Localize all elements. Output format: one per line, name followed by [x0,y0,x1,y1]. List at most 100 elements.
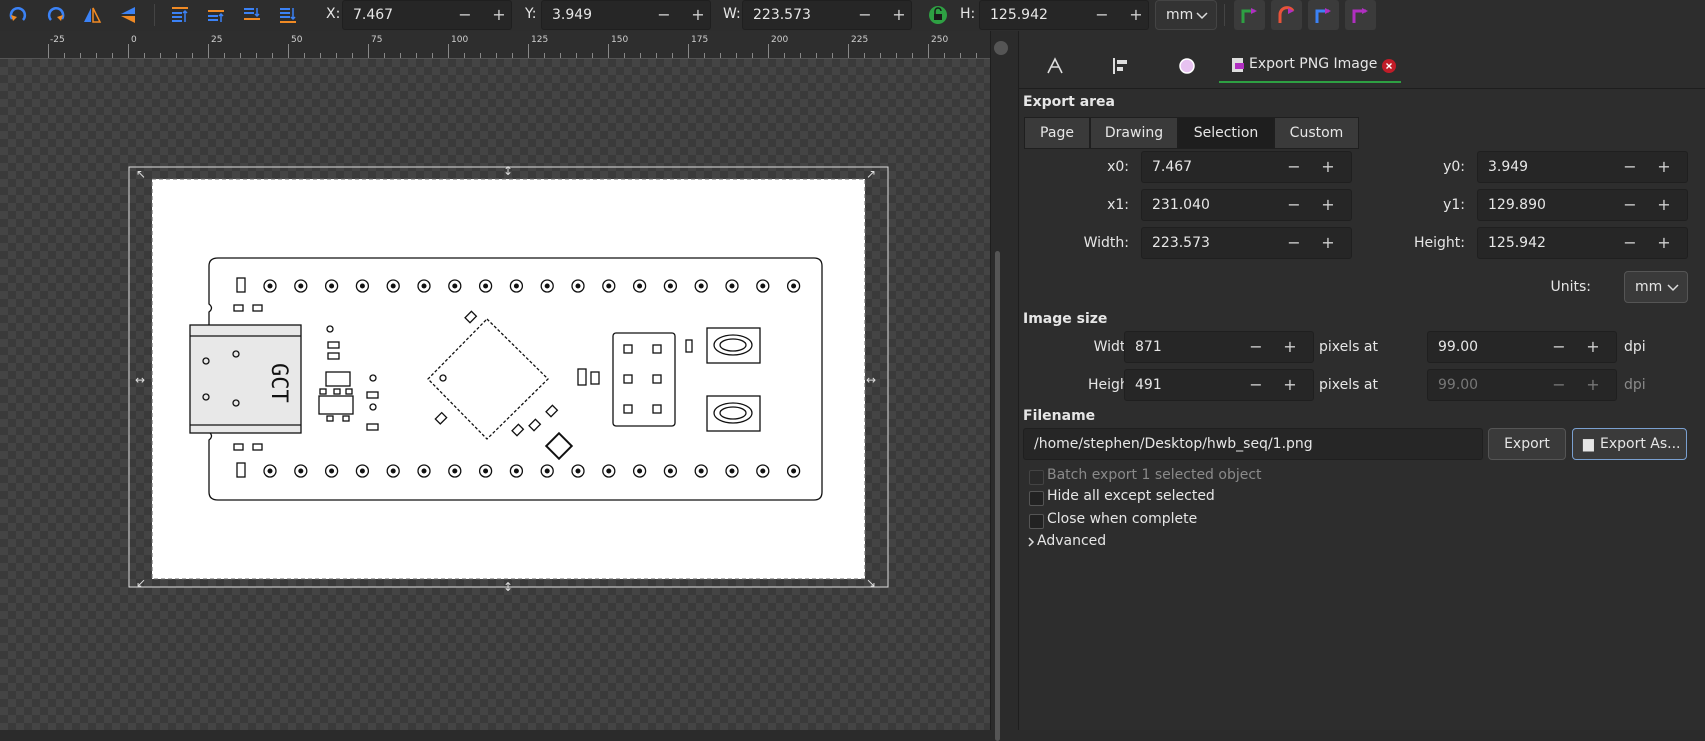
canvas-vertical-scrollbar[interactable] [990,31,1019,741]
h-spinbox[interactable]: 125.942 − + [979,0,1149,30]
area-page-button[interactable]: Page [1024,117,1090,149]
flip-vertical-icon[interactable] [118,5,138,25]
dock-toggle-icon[interactable] [994,41,1008,55]
lower-to-bottom-icon[interactable] [278,5,298,25]
fill-stroke-icon[interactable] [1177,56,1197,76]
img-height-spinbox[interactable]: 491 − + [1124,369,1314,401]
width-increment[interactable]: + [1316,233,1340,253]
h-value[interactable]: 125.942 [990,7,1048,23]
close-tab-icon[interactable] [1382,59,1396,73]
x1-decrement[interactable]: − [1282,195,1306,215]
flip-horizontal-icon[interactable] [82,5,102,25]
x0-decrement[interactable]: − [1282,157,1306,177]
snap-toggle-2[interactable] [1271,0,1302,30]
h-decrement-button[interactable]: − [1090,5,1114,25]
h-increment-button[interactable]: + [1124,5,1148,25]
y0-value[interactable]: 3.949 [1488,159,1528,175]
y-spinbox[interactable]: 3.949 − + [541,0,711,30]
export-as-button[interactable]: ▆ Export As... [1572,428,1687,460]
width-value[interactable]: 223.573 [1152,235,1210,251]
dpi-value[interactable]: 99.00 [1438,339,1478,355]
img-height-value[interactable]: 491 [1135,377,1162,393]
advanced-expander[interactable]: Advanced [1037,533,1106,549]
y1-value[interactable]: 129.890 [1488,197,1546,213]
close-complete-label[interactable]: Close when complete [1047,511,1197,527]
x-decrement-button[interactable]: − [453,5,477,25]
x0-value[interactable]: 7.467 [1152,159,1192,175]
area-custom-button[interactable]: Custom [1274,117,1359,149]
snap-toggle-4[interactable] [1345,0,1376,30]
x0-increment[interactable]: + [1316,157,1340,177]
align-distribute-icon[interactable] [1111,56,1131,76]
filename-input[interactable]: /home/stephen/Desktop/hwb_seq/1.png [1023,428,1483,460]
units-dropdown[interactable]: mm [1155,0,1217,30]
handle-w[interactable]: ↔ [135,373,145,387]
x-increment-button[interactable]: + [487,5,511,25]
x-value[interactable]: 7.467 [353,7,393,23]
height-increment[interactable]: + [1652,233,1676,253]
lock-icon[interactable] [928,5,948,25]
chevron-right-icon[interactable] [1026,536,1036,548]
artwork[interactable]: ↖ ↗ ↙ ↘ ↕ ↕ ↔ ↔ GCT [0,59,990,730]
img-width-spinbox[interactable]: 871 − + [1124,331,1314,363]
width-spinbox[interactable]: 223.573 − + [1141,227,1352,259]
rotate-cw-icon[interactable] [46,5,66,25]
close-complete-checkbox[interactable] [1029,514,1044,529]
handle-ne[interactable]: ↗ [866,167,876,181]
hide-all-checkbox[interactable] [1029,491,1044,506]
y1-spinbox[interactable]: 129.890 − + [1477,189,1688,221]
y0-decrement[interactable]: − [1618,157,1642,177]
w-value[interactable]: 223.573 [753,7,811,23]
width-decrement[interactable]: − [1282,233,1306,253]
drawing-canvas[interactable]: ↖ ↗ ↙ ↘ ↕ ↕ ↔ ↔ GCT [0,59,990,730]
scroll-thumb[interactable] [995,251,1000,741]
tab-export-png[interactable]: Export PNG Image [1219,51,1401,83]
height-decrement[interactable]: − [1618,233,1642,253]
handle-sw[interactable]: ↙ [136,576,146,590]
export-button[interactable]: Export [1488,428,1566,460]
y-increment-button[interactable]: + [686,5,710,25]
lower-icon[interactable] [242,5,262,25]
x0-spinbox[interactable]: 7.467 − + [1141,151,1352,183]
img-width-increment[interactable]: + [1278,337,1302,357]
height-value[interactable]: 125.942 [1488,235,1546,251]
snap-toggle-3[interactable] [1308,0,1339,30]
x-spinbox[interactable]: 7.467 − + [342,0,512,30]
horizontal-ruler[interactable]: -25 0 25 50 75 100 125 150 175 200 225 2… [0,31,1000,59]
filename-value[interactable]: /home/stephen/Desktop/hwb_seq/1.png [1034,436,1313,452]
height-spinbox[interactable]: 125.942 − + [1477,227,1688,259]
x1-increment[interactable]: + [1316,195,1340,215]
snap-toggle-1[interactable] [1234,0,1265,30]
x1-value[interactable]: 231.040 [1152,197,1210,213]
img-width-value[interactable]: 871 [1135,339,1162,355]
area-drawing-button[interactable]: Drawing [1090,117,1178,149]
w-decrement-button[interactable]: − [853,5,877,25]
y1-increment[interactable]: + [1652,195,1676,215]
x1-spinbox[interactable]: 231.040 − + [1141,189,1352,221]
text-font-icon[interactable] [1045,56,1065,76]
img-height-decrement[interactable]: − [1244,375,1268,395]
rotate-ccw-icon[interactable] [8,5,28,25]
y0-spinbox[interactable]: 3.949 − + [1477,151,1688,183]
area-selection-button[interactable]: Selection [1178,117,1274,149]
w-spinbox[interactable]: 223.573 − + [742,0,912,30]
raise-to-top-icon[interactable] [170,5,190,25]
dpi-decrement[interactable]: − [1547,337,1571,357]
handle-s[interactable]: ↕ [503,580,513,594]
handle-se[interactable]: ↘ [866,576,876,590]
dpi-increment[interactable]: + [1581,337,1605,357]
hide-all-label[interactable]: Hide all except selected [1047,488,1215,504]
img-height-increment[interactable]: + [1278,375,1302,395]
y0-increment[interactable]: + [1652,157,1676,177]
dpi-spinbox[interactable]: 99.00 − + [1427,331,1617,363]
img-width-decrement[interactable]: − [1244,337,1268,357]
w-increment-button[interactable]: + [887,5,911,25]
raise-icon[interactable] [206,5,226,25]
y-value[interactable]: 3.949 [552,7,592,23]
handle-e[interactable]: ↔ [866,373,876,387]
handle-n[interactable]: ↕ [503,164,513,178]
units-select[interactable]: mm [1624,271,1688,303]
handle-nw[interactable]: ↖ [136,167,146,181]
y-decrement-button[interactable]: − [652,5,676,25]
y1-decrement[interactable]: − [1618,195,1642,215]
